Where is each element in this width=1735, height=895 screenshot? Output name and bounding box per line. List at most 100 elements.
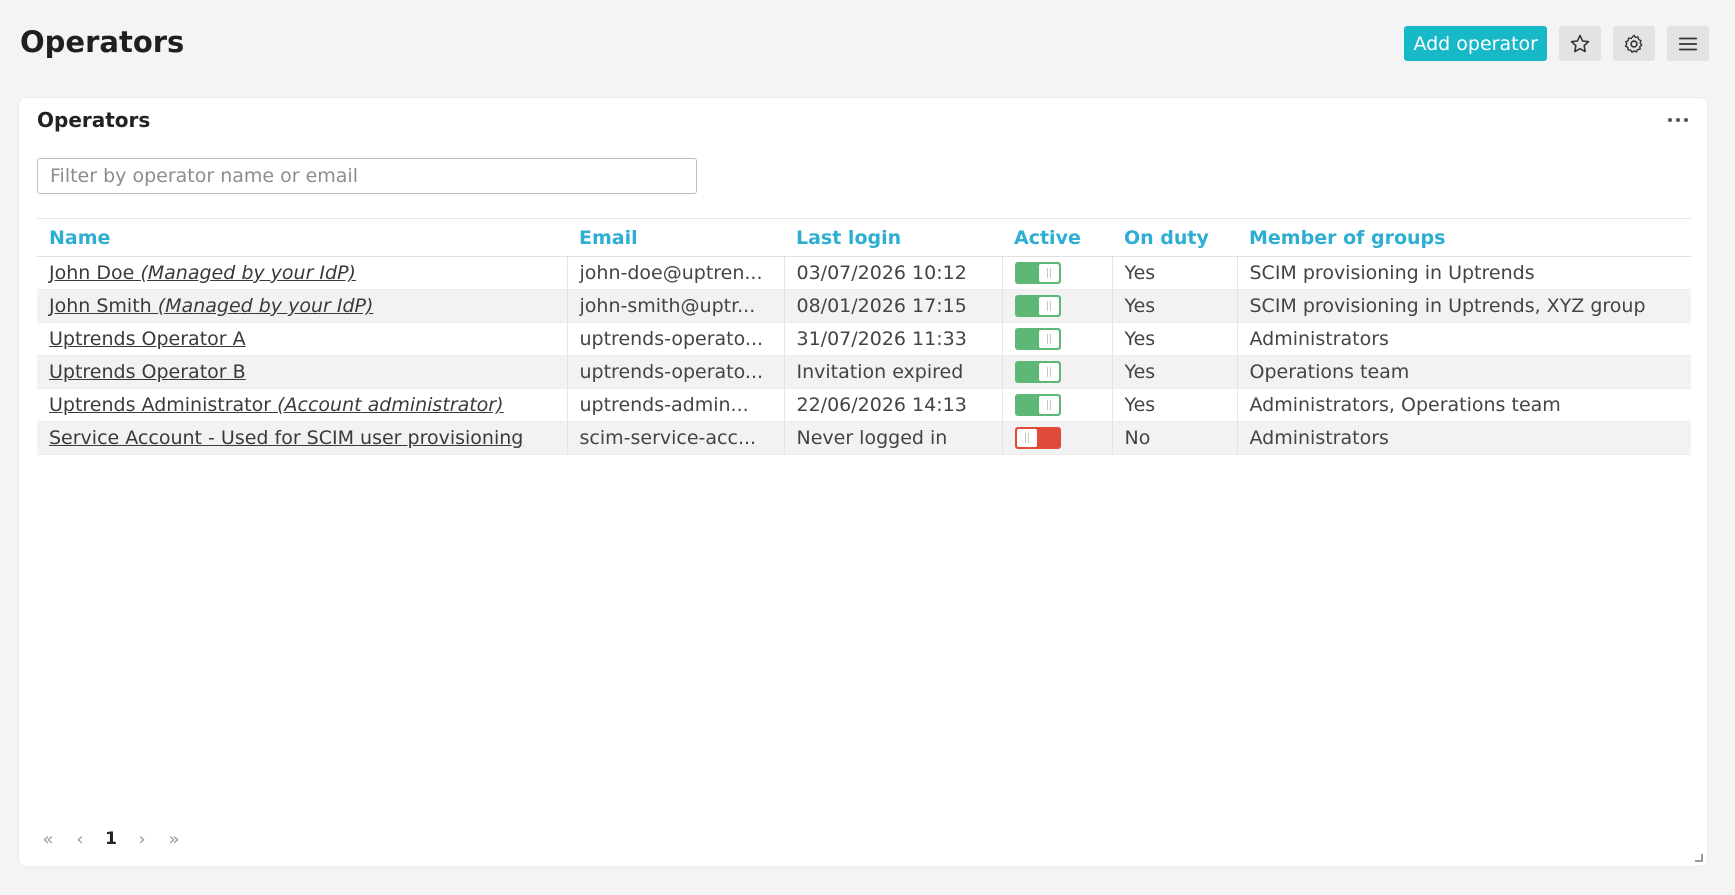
table-row: Uptrends Operator A uptrends-operato... 31… xyxy=(37,322,1691,356)
add-operator-button[interactable]: Add operator xyxy=(1404,26,1547,61)
cell-last-login: Invitation expired xyxy=(784,355,1003,389)
column-header-member-of-groups[interactable]: Member of groups xyxy=(1237,218,1691,257)
star-outline-icon xyxy=(1569,33,1591,55)
active-toggle[interactable] xyxy=(1014,328,1061,351)
column-header-active[interactable]: Active xyxy=(1002,218,1112,257)
cell-active xyxy=(1002,289,1113,323)
resize-handle[interactable] xyxy=(1695,854,1703,862)
operator-name-link[interactable]: Uptrends Administrator (Account administ… xyxy=(49,394,504,416)
cell-email: uptrends-admin... xyxy=(567,388,785,422)
table-row: Uptrends Operator B uptrends-operato... In… xyxy=(37,355,1691,389)
operator-name: John Smith xyxy=(49,295,152,317)
cell-on-duty: Yes xyxy=(1112,322,1238,356)
toggle-knob xyxy=(1038,297,1059,316)
card-options-button[interactable] xyxy=(1661,106,1695,132)
first-page-button[interactable]: « xyxy=(37,828,59,850)
operator-name: Uptrends Operator A xyxy=(49,328,246,350)
operator-name-note: (Account administrator) xyxy=(277,394,504,416)
operator-name-link[interactable]: John Smith (Managed by your IdP) xyxy=(49,295,373,317)
operator-name-link[interactable]: Uptrends Operator A xyxy=(49,328,246,350)
cell-on-duty: Yes xyxy=(1112,388,1238,422)
table-header-row: Name Email Last login Active On duty Mem… xyxy=(37,218,1691,257)
table-row: John Doe (Managed by your IdP) john-doe@u… xyxy=(37,256,1691,290)
cell-name: Uptrends Operator B xyxy=(37,355,568,389)
active-toggle[interactable] xyxy=(1014,394,1061,417)
cell-name: John Smith (Managed by your IdP) xyxy=(37,289,568,323)
cell-on-duty: Yes xyxy=(1112,256,1238,290)
page-header: Operators Add operator xyxy=(0,0,1735,90)
cell-name: John Doe (Managed by your IdP) xyxy=(37,256,568,290)
table-row: Service Account - Used for SCIM user pro… xyxy=(37,421,1691,455)
ellipsis-icon xyxy=(1667,112,1689,127)
cell-active xyxy=(1002,421,1113,455)
toggle-knob xyxy=(1038,396,1059,415)
cell-active xyxy=(1002,388,1113,422)
operator-name-link[interactable]: John Doe (Managed by your IdP) xyxy=(49,262,356,284)
cell-email: john-smith@uptr... xyxy=(567,289,785,323)
table-row: Uptrends Administrator (Account administ… xyxy=(37,388,1691,422)
cell-active xyxy=(1002,322,1113,356)
cell-name: Uptrends Administrator (Account administ… xyxy=(37,388,568,422)
cell-active xyxy=(1002,256,1113,290)
active-toggle[interactable] xyxy=(1014,295,1061,318)
column-header-name[interactable]: Name xyxy=(37,218,567,257)
cell-last-login: 08/01/2026 17:15 xyxy=(784,289,1003,323)
cell-member-of-groups: Administrators xyxy=(1249,328,1389,350)
operator-name-note: (Managed by your IdP) xyxy=(157,295,374,317)
current-page[interactable]: 1 xyxy=(101,829,121,849)
toggle-knob xyxy=(1038,363,1059,382)
pagination: « ‹ 1 › » xyxy=(37,828,185,850)
favorite-button[interactable] xyxy=(1559,26,1601,61)
gear-icon xyxy=(1623,33,1645,55)
toggle-knob xyxy=(1016,429,1037,448)
cell-name: Service Account - Used for SCIM user pro… xyxy=(37,421,568,455)
column-header-on-duty[interactable]: On duty xyxy=(1112,218,1237,257)
cell-on-duty: No xyxy=(1112,421,1238,455)
operators-table: Name Email Last login Active On duty Mem… xyxy=(37,218,1691,455)
cell-name: Uptrends Operator A xyxy=(37,322,568,356)
active-toggle[interactable] xyxy=(1014,361,1061,384)
operator-name-note: (Managed by your IdP) xyxy=(140,262,356,284)
operator-name: Service Account - Used for SCIM user pro… xyxy=(49,427,524,449)
operator-name: Uptrends Administrator xyxy=(49,394,272,416)
cell-on-duty: Yes xyxy=(1112,289,1238,323)
cell-member-of-groups: SCIM provisioning in Uptrends xyxy=(1249,262,1535,284)
cell-active xyxy=(1002,355,1113,389)
operator-name: John Doe xyxy=(49,262,135,284)
toggle-knob xyxy=(1038,330,1059,349)
last-page-button[interactable]: » xyxy=(163,828,185,850)
cell-last-login: Never logged in xyxy=(784,421,1003,455)
card-title: Operators xyxy=(37,108,151,132)
cell-email: john-doe@uptren... xyxy=(567,256,785,290)
operator-name-link[interactable]: Uptrends Operator B xyxy=(49,361,246,383)
cell-member-of-groups: SCIM provisioning in Uptrends, XYZ group xyxy=(1237,289,1691,323)
cell-on-duty: Yes xyxy=(1112,355,1238,389)
previous-page-button[interactable]: ‹ xyxy=(69,828,91,850)
active-toggle[interactable] xyxy=(1014,262,1061,285)
next-page-button[interactable]: › xyxy=(131,828,153,850)
cell-email: scim-service-acc... xyxy=(567,421,785,455)
cell-last-login: 03/07/2026 10:12 xyxy=(784,256,1003,290)
cell-email: uptrends-operato... xyxy=(567,322,785,356)
active-toggle[interactable] xyxy=(1014,427,1061,450)
column-header-email[interactable]: Email xyxy=(567,218,784,257)
main-menu-button[interactable] xyxy=(1667,26,1709,61)
table-body: John Doe (Managed by your IdP) john-doe@u… xyxy=(37,256,1691,455)
toggle-knob xyxy=(1038,264,1059,283)
filter-input[interactable] xyxy=(37,158,697,194)
cell-last-login: 22/06/2026 14:13 xyxy=(784,388,1003,422)
page-title: Operators xyxy=(20,25,185,59)
header-actions: Add operator xyxy=(1404,26,1709,61)
hamburger-menu-icon xyxy=(1677,33,1699,55)
column-header-last-login[interactable]: Last login xyxy=(784,218,1002,257)
cell-member-of-groups: Administrators, Operations team xyxy=(1249,394,1561,416)
operator-name-link[interactable]: Service Account - Used for SCIM user pro… xyxy=(49,427,523,449)
settings-button[interactable] xyxy=(1613,26,1655,61)
cell-last-login: 31/07/2026 11:33 xyxy=(784,322,1003,356)
cell-member-of-groups: Operations team xyxy=(1237,355,1691,389)
cell-member-of-groups: Administrators xyxy=(1237,421,1691,455)
table-row: John Smith (Managed by your IdP) john-smi… xyxy=(37,289,1691,323)
cell-email: uptrends-operato... xyxy=(567,355,785,389)
operators-card: Operators Name Email Last login Active O… xyxy=(18,97,1708,867)
operator-name: Uptrends Operator B xyxy=(49,361,246,383)
